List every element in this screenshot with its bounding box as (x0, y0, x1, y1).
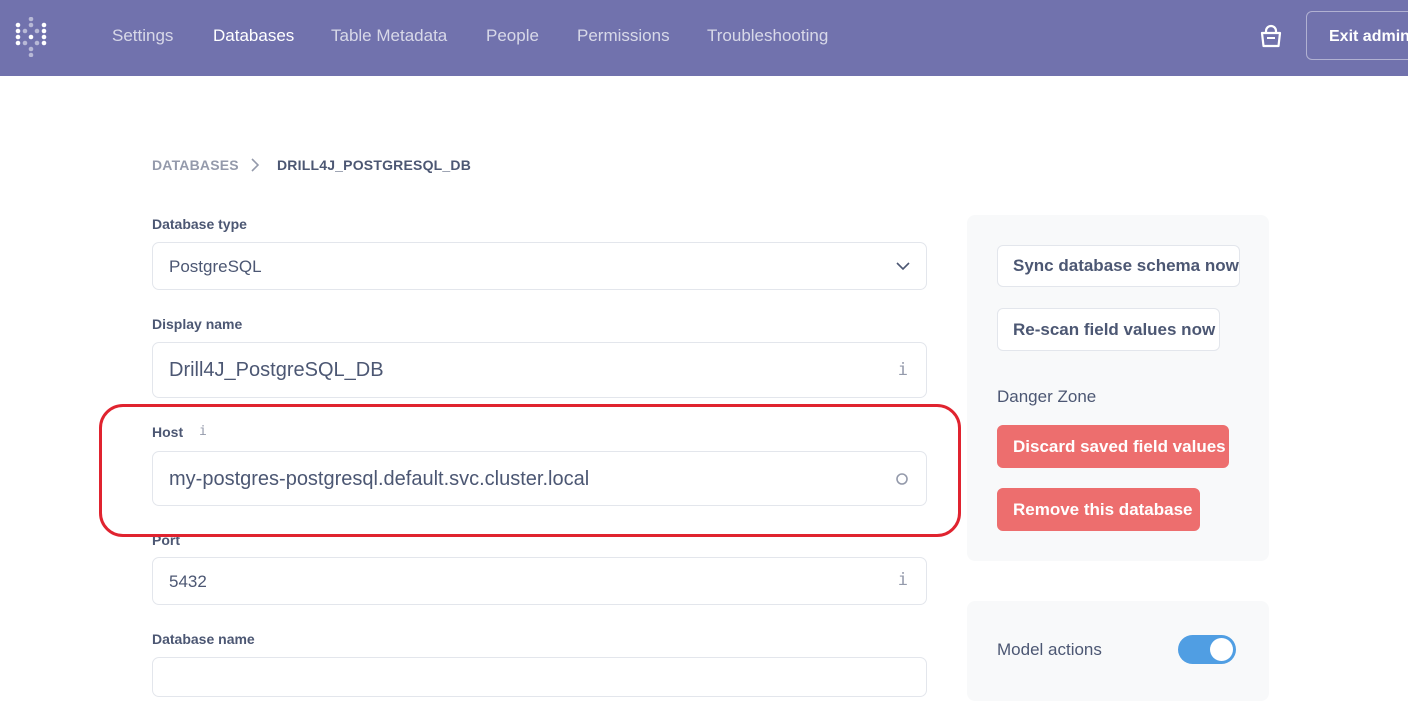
host-input[interactable]: my-postgres-postgresql.default.svc.clust… (152, 451, 927, 506)
rescan-field-values-button[interactable]: Re-scan field values now (997, 308, 1220, 351)
database-name-input[interactable] (152, 657, 927, 697)
host-info-icon[interactable]: i (199, 424, 207, 439)
metabase-logo-icon[interactable] (14, 17, 48, 57)
model-actions-toggle[interactable] (1178, 635, 1236, 664)
database-name-label: Database name (152, 631, 255, 647)
remove-database-button[interactable]: Remove this database (997, 488, 1200, 531)
exit-admin-button[interactable]: Exit admin (1306, 11, 1408, 60)
sync-schema-button[interactable]: Sync database schema now (997, 245, 1240, 287)
port-label: Port (152, 532, 180, 548)
nav-table-metadata[interactable]: Table Metadata (331, 26, 447, 46)
model-actions-label: Model actions (997, 640, 1102, 659)
nav-people[interactable]: People (486, 26, 539, 46)
discard-field-values-button[interactable]: Discard saved field values (997, 425, 1229, 468)
loading-indicator-icon (896, 473, 908, 485)
display-name-label: Display name (152, 316, 243, 332)
nav-settings[interactable]: Settings (112, 26, 173, 46)
port-value: 5432 (169, 572, 207, 591)
port-input[interactable]: 5432 i (152, 557, 927, 605)
database-type-value: PostgreSQL (169, 257, 262, 276)
breadcrumb-current-database: DRILL4J_POSTGRESQL_DB (277, 157, 472, 173)
info-icon[interactable]: i (898, 360, 908, 380)
admin-top-nav: Settings Databases Table Metadata People… (0, 0, 1408, 76)
nav-troubleshooting[interactable]: Troubleshooting (707, 26, 828, 46)
database-type-select[interactable]: PostgreSQL (152, 242, 927, 290)
chevron-right-icon (251, 158, 260, 172)
toggle-knob (1210, 638, 1233, 661)
database-type-label: Database type (152, 216, 247, 232)
nav-databases[interactable]: Databases (213, 26, 294, 46)
host-label: Host (152, 424, 184, 440)
danger-zone-title: Danger Zone (997, 387, 1097, 406)
breadcrumb-databases[interactable]: DATABASES (152, 157, 239, 173)
shopping-bag-icon[interactable] (1259, 24, 1283, 50)
chevron-down-icon (896, 262, 910, 271)
host-value: my-postgres-postgresql.default.svc.clust… (169, 468, 590, 490)
display-name-input[interactable]: Drill4J_PostgreSQL_DB i (152, 342, 927, 398)
nav-permissions[interactable]: Permissions (577, 26, 670, 46)
info-icon[interactable]: i (898, 570, 908, 590)
display-name-value: Drill4J_PostgreSQL_DB (169, 359, 384, 381)
